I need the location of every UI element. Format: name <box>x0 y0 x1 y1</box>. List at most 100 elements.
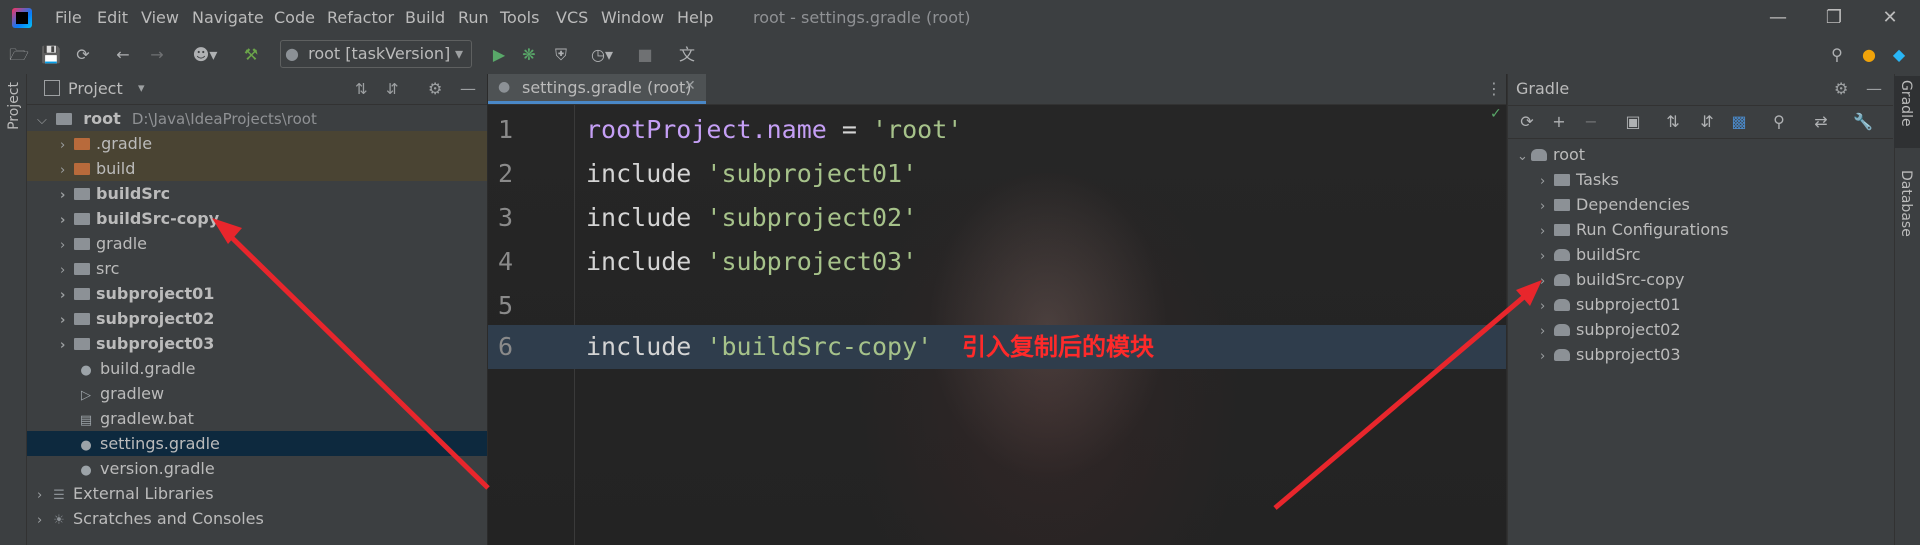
project-view-dropdown-icon[interactable]: ▾ <box>138 74 145 104</box>
gradle-tool-button[interactable]: Gradle <box>1898 80 1914 127</box>
menu-build[interactable]: Build <box>405 0 445 36</box>
chevron-down-icon: ⌵ <box>37 113 47 128</box>
toolbox-icon[interactable]: ◆ <box>1888 44 1910 66</box>
gradle-item-tasks[interactable]: › Tasks <box>1507 167 1893 192</box>
sync-icon[interactable]: ⟳ <box>72 44 94 66</box>
menu-window[interactable]: Window <box>601 0 664 36</box>
gear-icon[interactable]: ⚙ <box>1834 74 1848 104</box>
menu-help[interactable]: Help <box>677 0 713 36</box>
restore-icon[interactable]: ❐ <box>1806 0 1862 36</box>
menu-file[interactable]: File <box>55 0 82 36</box>
expand-all-icon[interactable]: ⇅ <box>355 74 368 104</box>
tree-item-buildsrc[interactable]: › buildSrc <box>27 181 487 206</box>
tree-root-row[interactable]: ⌵ root D:\Java\IdeaProjects\root <box>27 106 487 131</box>
close-icon[interactable]: ✕ <box>1862 0 1918 36</box>
menu-view[interactable]: View <box>141 0 179 36</box>
menu-refactor[interactable]: Refactor <box>327 0 394 36</box>
gradle-file-icon: ● <box>80 363 92 378</box>
more-options-icon[interactable]: ⋮ <box>1486 74 1502 104</box>
tree-item-label: build <box>96 159 136 178</box>
gradle-root-row[interactable]: ⌄ root <box>1507 142 1893 167</box>
offline-mode-icon[interactable]: ▩ <box>1728 111 1750 133</box>
run-icon[interactable]: ▶ <box>488 44 510 66</box>
gradle-item-buildsrc-copy[interactable]: › buildSrc-copy <box>1507 267 1893 292</box>
save-icon[interactable]: 💾 <box>40 44 62 66</box>
tab-label: settings.gradle (root) <box>522 78 692 97</box>
gradle-item-subproject02[interactable]: › subproject02 <box>1507 317 1893 342</box>
chevron-right-icon: › <box>37 488 43 503</box>
hide-panel-icon[interactable]: — <box>460 74 476 104</box>
code-line[interactable]: 1 rootProject.name = 'root' <box>488 108 1506 152</box>
toggle-tests-icon[interactable]: ⇄ <box>1810 111 1832 133</box>
gradle-item-subproject03[interactable]: › subproject03 <box>1507 342 1893 367</box>
run-config-label: root [taskVersion] <box>308 44 451 63</box>
reload-icon[interactable]: ⟳ <box>1516 111 1538 133</box>
menu-edit[interactable]: Edit <box>97 0 128 36</box>
menu-run[interactable]: Run <box>458 0 489 36</box>
menu-tools[interactable]: Tools <box>500 0 539 36</box>
remove-icon[interactable]: − <box>1580 111 1602 133</box>
expand-all-icon[interactable]: ⇅ <box>1662 111 1684 133</box>
tree-item-subproject01[interactable]: › subproject01 <box>27 281 487 306</box>
open-folder-icon[interactable]: 🗁 <box>8 44 30 66</box>
gradle-item-dependencies[interactable]: › Dependencies <box>1507 192 1893 217</box>
analyze-dependencies-icon[interactable]: ⚲ <box>1768 111 1790 133</box>
intellij-logo-icon[interactable] <box>12 8 32 28</box>
line-number: 1 <box>498 115 514 144</box>
tree-item-subproject02[interactable]: › subproject02 <box>27 306 487 331</box>
gradle-item-buildsrc[interactable]: › buildSrc <box>1507 242 1893 267</box>
gradle-item-subproject01[interactable]: › subproject01 <box>1507 292 1893 317</box>
chevron-right-icon: › <box>1540 324 1546 339</box>
tree-item-gradlew[interactable]: ▷ gradlew <box>27 381 487 406</box>
project-tool-button[interactable]: Project <box>6 82 22 130</box>
translate-icon[interactable]: 文 <box>676 44 698 66</box>
tree-item-buildsrc-copy[interactable]: › buildSrc-copy <box>27 206 487 231</box>
collapse-all-icon[interactable]: ⇵ <box>386 74 399 104</box>
project-panel-title[interactable]: Project <box>68 74 123 104</box>
profiler-icon[interactable]: ◷▾ <box>584 44 620 66</box>
tree-item-subproject03[interactable]: › subproject03 <box>27 331 487 356</box>
user-icon[interactable]: ☻▾ <box>188 44 222 66</box>
tree-item-external-libraries[interactable]: › ☰ External Libraries <box>27 481 487 506</box>
gradle-item-run-configurations[interactable]: › Run Configurations <box>1507 217 1893 242</box>
minimize-icon[interactable]: — <box>1750 0 1806 36</box>
tree-item-settings-gradle[interactable]: ● settings.gradle <box>27 431 487 456</box>
tab-settings-gradle[interactable]: ● settings.gradle (root) ✕ <box>488 74 706 104</box>
tree-item-build-gradle[interactable]: ● build.gradle <box>27 356 487 381</box>
run-configuration-select[interactable]: ● root [taskVersion] ▾ <box>280 40 472 68</box>
back-icon[interactable]: ← <box>112 44 134 66</box>
build-tool-settings-icon[interactable]: 🔧 <box>1852 111 1874 133</box>
forward-icon[interactable]: → <box>146 44 168 66</box>
gear-icon[interactable]: ⚙ <box>428 74 442 104</box>
tree-item-dot-gradle[interactable]: › .gradle <box>27 131 487 156</box>
code-line[interactable]: 5 <box>488 284 1506 328</box>
tree-item-gradlew-bat[interactable]: ▤ gradlew.bat <box>27 406 487 431</box>
tree-item-scratches[interactable]: › ☀ Scratches and Consoles <box>27 506 487 531</box>
menu-navigate[interactable]: Navigate <box>192 0 264 36</box>
execute-task-icon[interactable]: ▣ <box>1622 111 1644 133</box>
tree-item-build[interactable]: › build <box>27 156 487 181</box>
tree-item-label: subproject03 <box>96 334 215 353</box>
stop-icon[interactable]: ■ <box>634 44 656 66</box>
hide-panel-icon[interactable]: — <box>1866 74 1882 104</box>
tree-item-src[interactable]: › src <box>27 256 487 281</box>
tree-item-gradle[interactable]: › gradle <box>27 231 487 256</box>
menu-code[interactable]: Code <box>274 0 315 36</box>
database-tool-button[interactable]: Database <box>1898 170 1914 237</box>
search-icon[interactable]: ⚲ <box>1826 44 1848 66</box>
code-line[interactable]: 2 include 'subproject01' <box>488 152 1506 196</box>
code-line[interactable]: 3 include 'subproject02' <box>488 196 1506 240</box>
gradle-elephant-icon: ● <box>285 44 299 63</box>
coverage-icon[interactable]: ⛨ <box>550 44 572 66</box>
update-icon[interactable]: ● <box>1858 44 1880 66</box>
add-icon[interactable]: + <box>1548 111 1570 133</box>
code-line[interactable]: 4 include 'subproject03' <box>488 240 1506 284</box>
close-tab-icon[interactable]: ✕ <box>684 78 696 94</box>
debug-icon[interactable]: ❋ <box>518 44 540 66</box>
menu-vcs[interactable]: VCS <box>556 0 588 36</box>
collapse-all-icon[interactable]: ⇵ <box>1696 111 1718 133</box>
tree-item-version-gradle[interactable]: ● version.gradle <box>27 456 487 481</box>
tree-item-label: buildSrc <box>96 184 171 203</box>
build-hammer-icon[interactable]: ⚒ <box>240 44 262 66</box>
code-line-current[interactable]: 6 include 'buildSrc-copy' 引入复制后的模块 <box>488 325 1506 369</box>
